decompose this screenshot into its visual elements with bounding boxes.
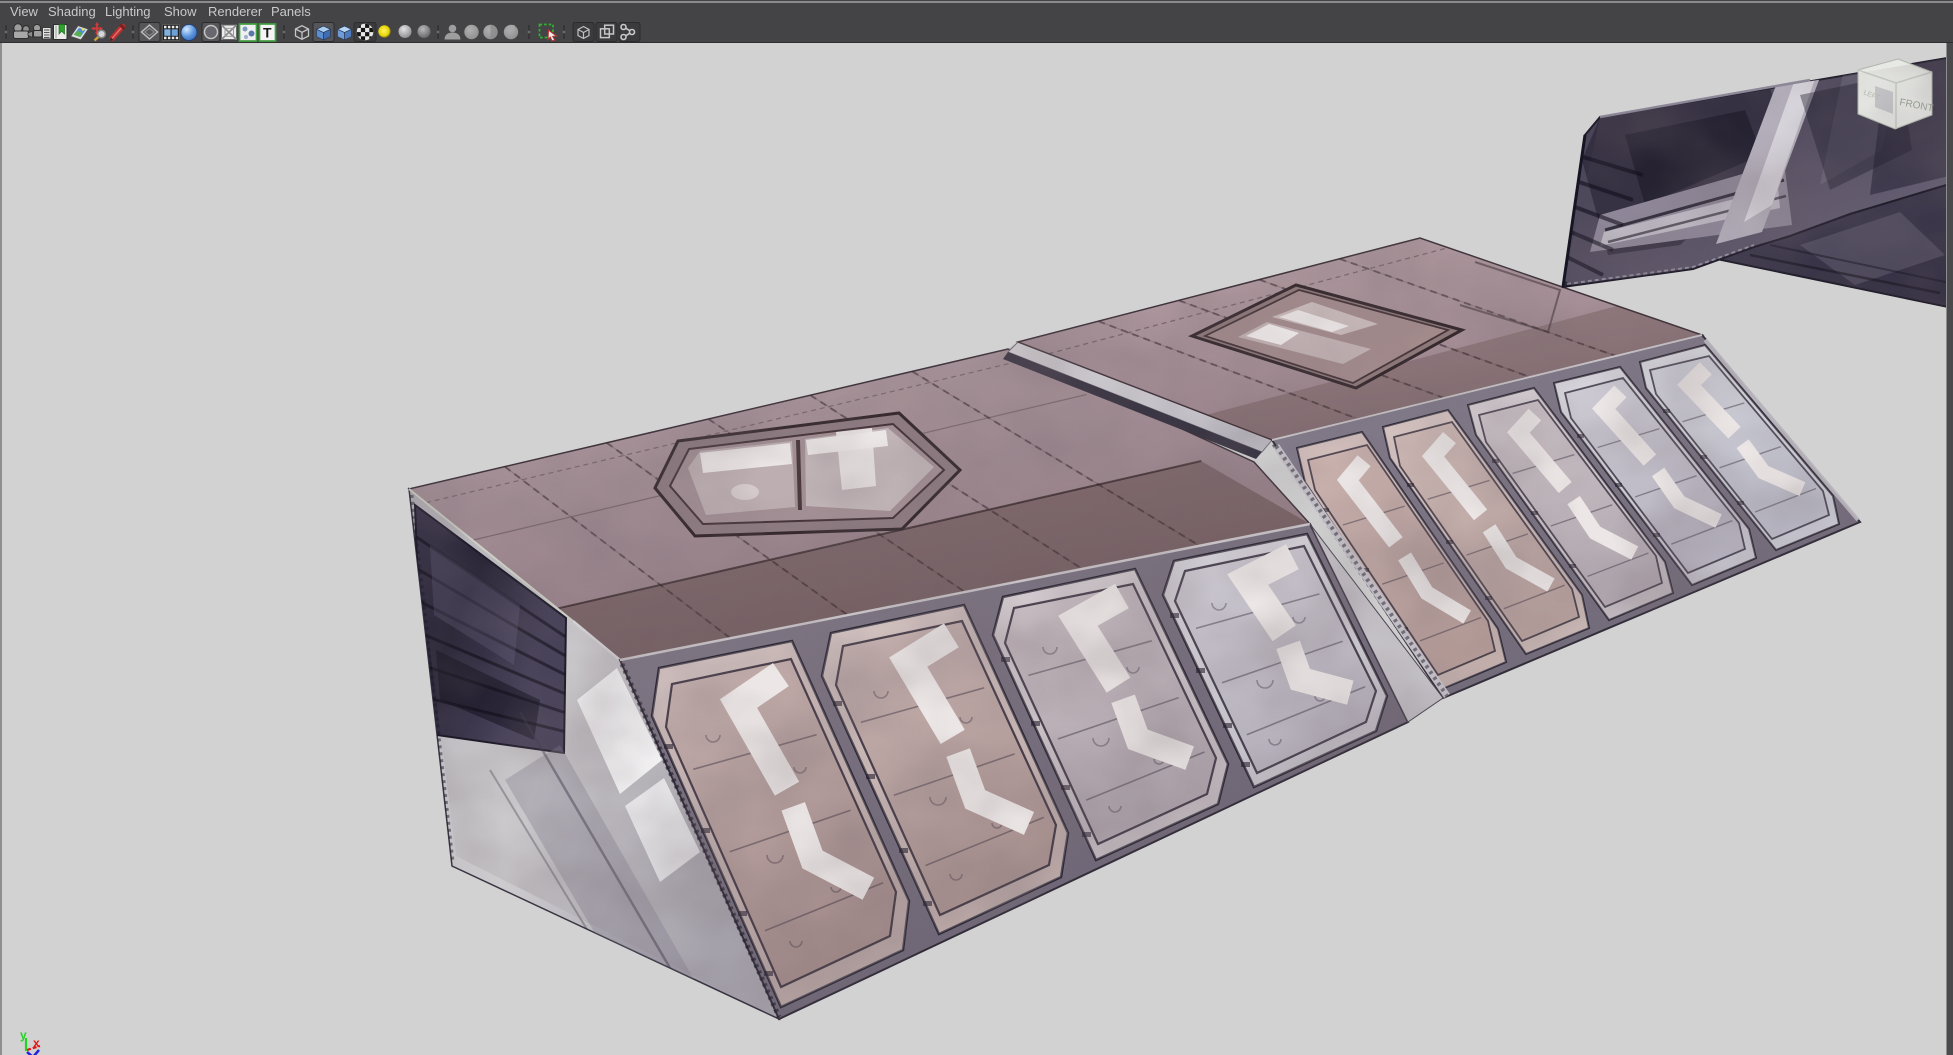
svg-text:x: x	[33, 1036, 40, 1050]
svg-text:T: T	[263, 25, 272, 41]
svg-text:y: y	[20, 1028, 27, 1042]
